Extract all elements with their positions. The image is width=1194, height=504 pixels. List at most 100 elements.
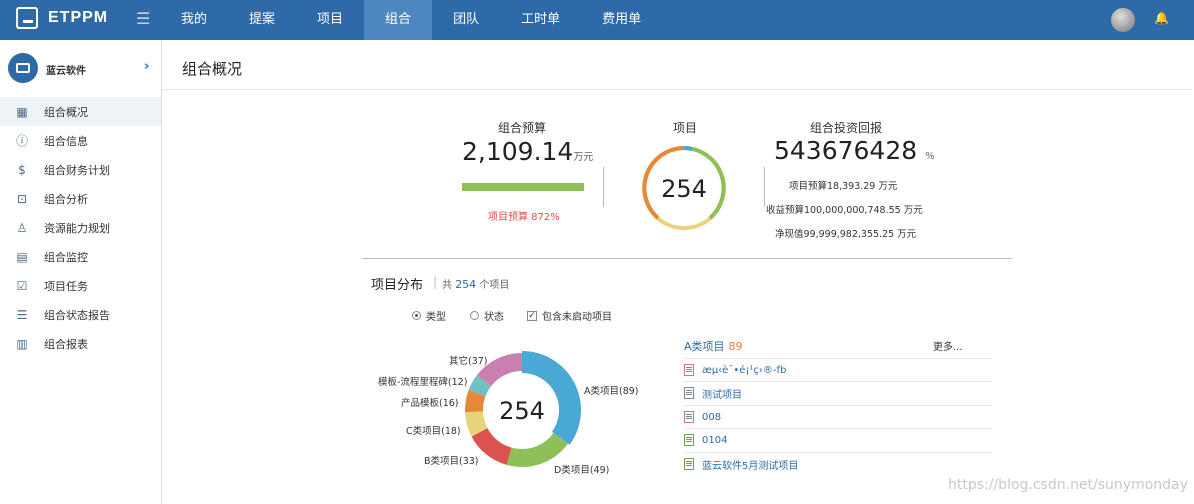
donut-slice-3[interactable] <box>465 410 488 437</box>
org-switcher[interactable]: 蓝云软件 › <box>8 53 158 85</box>
option-by-status[interactable]: 状态 <box>470 308 504 323</box>
divider <box>362 258 1012 259</box>
analysis-icon: ⊡ <box>16 191 28 206</box>
nav-item-proposal[interactable]: 提案 <box>228 0 296 40</box>
sidebar-item-label: 组合状态报告 <box>44 308 110 322</box>
nav-item-team[interactable]: 团队 <box>432 0 500 40</box>
list-item[interactable]: 蓝云软件5月测试项目 <box>684 452 992 475</box>
list-item[interactable]: 0104 <box>684 428 992 451</box>
sidebar-item-finance[interactable]: $ 组合财务计划 <box>0 155 161 184</box>
project-doc-icon <box>684 387 694 399</box>
project-active-icon <box>684 458 694 470</box>
donut-label-b: B类项目(33) <box>424 456 479 467</box>
report-icon: ☰ <box>16 307 28 322</box>
donut-slice-5[interactable] <box>468 375 492 397</box>
option-label: 状态 <box>484 312 504 323</box>
donut-slice-2[interactable] <box>471 427 512 465</box>
project-stopped-icon <box>684 411 694 423</box>
donut-center-count: 254 <box>499 397 545 425</box>
project-stopped-icon <box>684 364 694 376</box>
task-icon: ☑ <box>16 278 28 293</box>
finance-icon: $ <box>18 162 26 177</box>
projects-label: 项目 <box>673 121 698 135</box>
project-name[interactable]: 0104 <box>702 435 727 446</box>
project-name[interactable]: æµ‹è¯•é¡¹ç›®-fb <box>702 365 786 376</box>
donut-slice-4[interactable] <box>465 389 486 413</box>
nav-item-project[interactable]: 项目 <box>296 0 364 40</box>
sidebar-item-resource[interactable]: ♙ 资源能力规划 <box>0 213 161 242</box>
sidebar-item-overview[interactable]: ▦ 组合概况 <box>0 97 161 126</box>
option-by-type[interactable]: 类型 <box>412 308 446 323</box>
budget-progress-bar <box>462 183 584 191</box>
budget-amount: 2,109.14 <box>462 137 574 166</box>
donut-slice-1[interactable] <box>506 432 569 467</box>
nav-item-mine[interactable]: 我的 <box>160 0 228 40</box>
sidebar-item-label: 组合报表 <box>44 337 88 351</box>
radio-button[interactable] <box>470 311 479 320</box>
main-nav: 我的 提案 项目 组合 团队 工时单 费用单 <box>160 0 662 40</box>
grid-icon: ▦ <box>16 104 28 119</box>
roi-label: 组合投资回报 <box>810 121 883 135</box>
briefcase-icon <box>8 53 38 83</box>
top-bar: ETPPM ☰ 我的 提案 项目 组合 团队 工时单 费用单 🔔 <box>0 0 1194 40</box>
sidebar-item-info[interactable]: ⓘ 组合信息 <box>0 126 161 155</box>
budget-unit: 万元 <box>573 152 594 163</box>
project-name[interactable]: 蓝云软件5月测试项目 <box>702 457 798 472</box>
divider <box>764 167 765 207</box>
donut-label-other: 其它(37) <box>449 356 488 367</box>
roi-npv: 净现值99,999,982,355.25 万元 <box>775 229 917 240</box>
hamburger-menu-icon[interactable]: ☰ <box>136 9 150 28</box>
monitor-icon: ▤ <box>16 249 28 264</box>
page-title: 组合概况 <box>182 60 243 78</box>
donut-label-d: D类项目(49) <box>554 465 610 476</box>
more-link[interactable]: 更多... <box>933 338 963 353</box>
sidebar-item-monitor[interactable]: ▤ 组合监控 <box>0 242 161 271</box>
sidebar-item-task[interactable]: ☑ 项目任务 <box>0 271 161 300</box>
nav-item-timesheet[interactable]: 工时单 <box>500 0 581 40</box>
sidebar-item-status-report[interactable]: ☰ 组合状态报告 <box>0 300 161 329</box>
logo[interactable]: ETPPM <box>16 7 108 29</box>
sidebar-item-charts[interactable]: ▥ 组合报表 <box>0 329 161 358</box>
sidebar: 蓝云软件 › ▦ 组合概况 ⓘ 组合信息 $ 组合财务计划 ⊡ 组合分析 ♙ 资源能力规划… <box>0 40 162 504</box>
list-item[interactable]: 008 <box>684 405 992 428</box>
donut-slice-6[interactable] <box>476 353 523 387</box>
donut-label-milestone: 模板-流程里程碑(12) <box>378 377 468 388</box>
option-label: 包含未启动项目 <box>542 312 612 323</box>
sidebar-item-analysis[interactable]: ⊡ 组合分析 <box>0 184 161 213</box>
checkbox[interactable]: ✓ <box>527 310 537 321</box>
divider <box>603 167 604 207</box>
budget-value: 2,109.14万元 <box>462 137 593 166</box>
projects-ring: 254 <box>642 146 726 230</box>
nav-item-expense[interactable]: 费用单 <box>581 0 662 40</box>
watermark: https://blog.csdn.net/sunymonday <box>948 477 1188 493</box>
option-label: 类型 <box>426 312 446 323</box>
sidebar-item-label: 资源能力规划 <box>44 221 110 235</box>
project-name[interactable]: 测试项目 <box>702 386 742 401</box>
chart-icon: ▥ <box>16 336 28 351</box>
org-name: 蓝云软件 <box>46 66 86 77</box>
roi-revenue-budget: 收益预算100,000,000,748.55 万元 <box>766 205 923 216</box>
roi-value: 543676428 % <box>774 136 935 165</box>
divider <box>162 89 1192 90</box>
option-include-not-started[interactable]: ✓ 包含未启动项目 <box>527 308 612 323</box>
list-item[interactable]: 测试项目 <box>684 381 992 404</box>
info-icon: ⓘ <box>15 134 28 148</box>
chevron-right-icon[interactable]: › <box>144 59 149 74</box>
roi-amount: 543676428 <box>774 136 918 165</box>
radio-button[interactable] <box>412 311 421 320</box>
distribution-separator: | <box>433 275 438 289</box>
resource-icon: ♙ <box>16 220 28 235</box>
donut-label-a: A类项目(89) <box>584 386 639 397</box>
project-list-title[interactable]: A类项目 89 <box>684 338 743 354</box>
nav-item-portfolio[interactable]: 组合 <box>364 0 433 40</box>
bell-icon[interactable]: 🔔 <box>1154 11 1169 25</box>
user-avatar[interactable] <box>1111 8 1135 32</box>
distribution-count: 共 254 个项目 <box>442 278 510 291</box>
sidebar-item-label: 组合财务计划 <box>44 163 110 177</box>
budget-label: 组合预算 <box>498 121 547 135</box>
sidebar-item-label: 项目任务 <box>44 279 88 293</box>
budget-percent: 项目预算 872% <box>488 212 560 223</box>
project-name[interactable]: 008 <box>702 412 721 423</box>
list-item[interactable]: æµ‹è¯•é¡¹ç›®-fb <box>684 358 992 381</box>
sidebar-item-label: 组合信息 <box>44 134 88 148</box>
